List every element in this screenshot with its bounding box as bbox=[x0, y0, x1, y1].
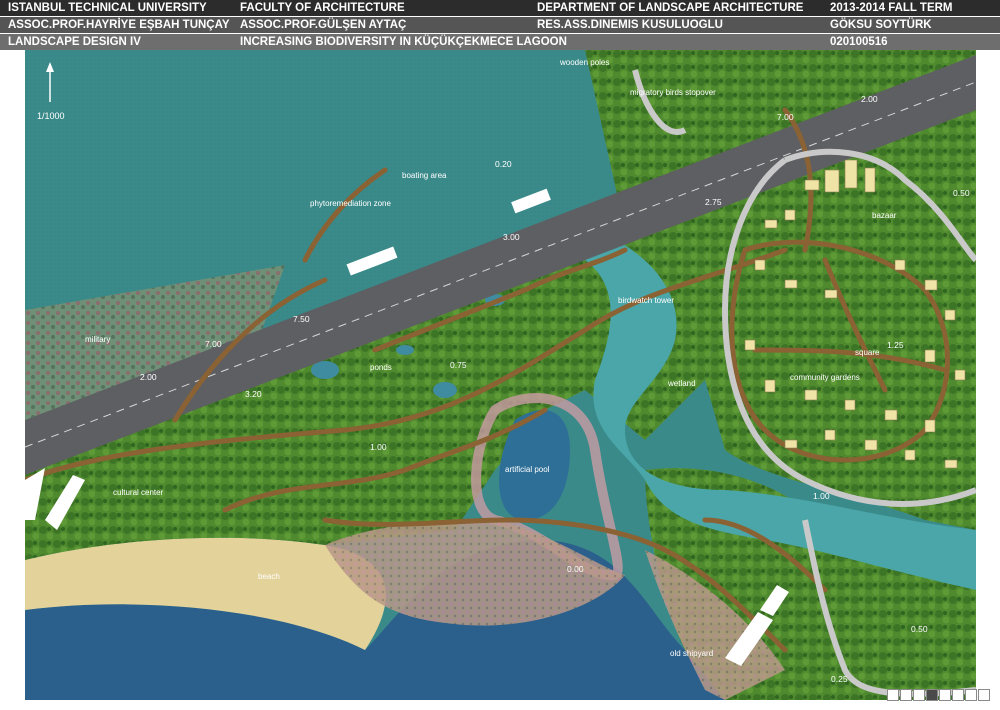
label-old-shipyard: old shipyard bbox=[670, 649, 713, 658]
faculty-label: FACULTY OF ARCHITECTURE bbox=[240, 2, 405, 14]
elevation-marker: 7.50 bbox=[293, 314, 310, 324]
elevation-marker: 0.00 bbox=[567, 564, 584, 574]
elevation-marker: 3.20 bbox=[245, 389, 262, 399]
label-phytoremediation: phytoremediation zone bbox=[310, 199, 391, 208]
label-bazaar: bazaar bbox=[872, 211, 897, 220]
scale-label: 1/1000 bbox=[37, 111, 65, 121]
page-indicator-square bbox=[952, 689, 964, 701]
elevation-marker: 2.00 bbox=[140, 372, 157, 382]
elevation-marker: 0.50 bbox=[911, 624, 928, 634]
label-wooden-poles: wooden poles bbox=[559, 58, 609, 67]
page-indicator-square bbox=[926, 689, 938, 701]
page-indicator-square bbox=[978, 689, 990, 701]
label-artificial-pool: artificial pool bbox=[505, 465, 550, 474]
elevation-marker: 3.00 bbox=[503, 232, 520, 242]
label-community-gardens: community gardens bbox=[790, 373, 860, 382]
elevation-marker: 0.75 bbox=[450, 360, 467, 370]
label-cultural-center: cultural center bbox=[113, 488, 164, 497]
pond bbox=[396, 345, 414, 355]
page-indicator-square bbox=[900, 689, 912, 701]
elevation-marker: 7.00 bbox=[777, 112, 794, 122]
page-indicator-square bbox=[913, 689, 925, 701]
elevation-marker: 1.00 bbox=[370, 442, 387, 452]
elevation-marker: 0.25 bbox=[831, 674, 848, 684]
student-name-label: GÖKSU SOYTÜRK bbox=[830, 19, 932, 31]
elevation-marker: 1.00 bbox=[813, 491, 830, 501]
project-title: INCREASING BIODIVERSITY IN KÜÇÜKÇEKMECE … bbox=[240, 36, 567, 48]
assistant-label: RES.ASS.DINEMIS KUSULUOGLU bbox=[537, 19, 723, 31]
page-indicator-square bbox=[939, 689, 951, 701]
page-indicator-square bbox=[965, 689, 977, 701]
elevation-marker: 1.25 bbox=[887, 340, 904, 350]
header-row-1: ISTANBUL TECHNICAL UNIVERSITY FACULTY OF… bbox=[0, 0, 1000, 16]
label-boating-area: boating area bbox=[402, 171, 447, 180]
term-label: 2013-2014 FALL TERM bbox=[830, 2, 953, 14]
elevation-marker: 0.50 bbox=[953, 188, 970, 198]
label-square: square bbox=[855, 348, 880, 357]
university-label: ISTANBUL TECHNICAL UNIVERSITY bbox=[8, 2, 207, 14]
site-plan-map: 1/1000 wooden poles migratory birds stop… bbox=[25, 50, 976, 700]
department-label: DEPARTMENT OF LANDSCAPE ARCHITECTURE bbox=[537, 2, 804, 14]
course-label: LANDSCAPE DESIGN IV bbox=[8, 36, 141, 48]
header-row-3: LANDSCAPE DESIGN IV INCREASING BIODIVERS… bbox=[0, 34, 1000, 50]
student-number-label: 020100516 bbox=[830, 36, 888, 48]
instructor-1-label: ASSOC.PROF.HAYRİYE EŞBAH TUNÇAY bbox=[8, 19, 230, 31]
label-ponds: ponds bbox=[370, 363, 392, 372]
pond bbox=[311, 361, 339, 379]
page-indicator-square bbox=[887, 689, 899, 701]
label-beach: beach bbox=[258, 572, 280, 581]
instructor-2-label: ASSOC.PROF.GÜLŞEN AYTAÇ bbox=[240, 19, 407, 31]
elevation-marker: 0.20 bbox=[495, 159, 512, 169]
elevation-marker: 2.75 bbox=[705, 197, 722, 207]
label-migratory-birds: migratory birds stopover bbox=[630, 88, 716, 97]
pond bbox=[433, 382, 457, 398]
label-wetland: wetland bbox=[667, 379, 696, 388]
header-row-2: ASSOC.PROF.HAYRİYE EŞBAH TUNÇAY ASSOC.PR… bbox=[0, 17, 1000, 33]
elevation-marker: 7.00 bbox=[205, 339, 222, 349]
label-military: military bbox=[85, 335, 110, 344]
label-birdwatch-tower: birdwatch tower bbox=[618, 296, 674, 305]
elevation-marker: 2.00 bbox=[861, 94, 878, 104]
